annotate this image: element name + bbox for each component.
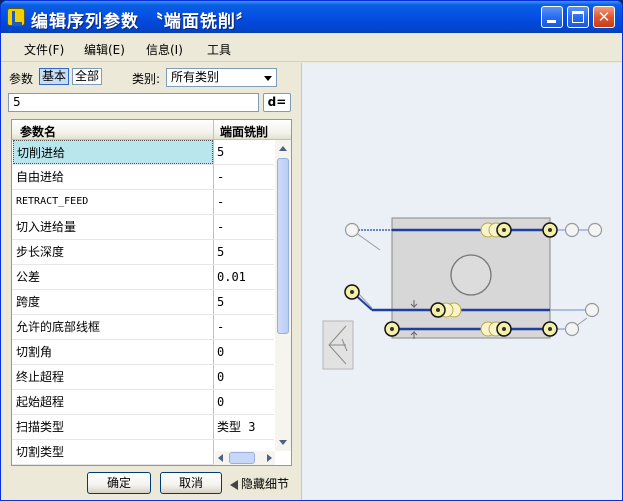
minimize-button[interactable] — [541, 6, 563, 28]
table-row[interactable]: 自由进给 - — [12, 165, 274, 190]
scroll-right-icon[interactable] — [267, 454, 272, 462]
path-marker-dot — [548, 327, 552, 331]
table-row[interactable]: 跨度 5 — [12, 290, 274, 315]
path-node — [344, 222, 360, 238]
table-row[interactable]: 扫描类型 类型 3 — [12, 415, 274, 440]
menu-file[interactable]: 文件(F) — [24, 41, 64, 58]
param-value-cell[interactable]: 类型 3 — [215, 415, 273, 439]
table-row[interactable]: 起始超程 0 — [12, 390, 274, 415]
param-name-cell: RETRACT_FEED — [16, 196, 89, 207]
arrow-left-icon — [230, 479, 238, 490]
param-value-cell[interactable]: 5 — [215, 140, 273, 164]
param-name-cell: 切割类型 — [16, 445, 65, 459]
param-name-cell: 扫描类型 — [16, 420, 65, 434]
menu-info[interactable]: 信息(I) — [146, 41, 183, 58]
param-value-cell[interactable]: 5 — [215, 240, 273, 264]
app-icon — [7, 8, 25, 26]
param-name-cell: 终止超程 — [16, 370, 65, 384]
cancel-button[interactable]: 取消 — [160, 472, 222, 494]
d-equals-button[interactable]: d= — [263, 93, 291, 112]
param-value-cell[interactable]: - — [215, 165, 273, 189]
workpiece-hole — [450, 254, 492, 296]
table-header: 参数名 端面铣削 — [12, 120, 291, 140]
chevron-down-icon — [264, 76, 272, 81]
menu-bar: 文件(F) 编辑(E) 信息(I) 工具 — [1, 34, 622, 62]
dialog-window: 编辑序列参数 〝端面铣削〞 ✕ 文件(F) 编辑(E) 信息(I) 工具 参数 … — [0, 0, 623, 501]
vertical-scrollbar[interactable] — [275, 140, 291, 451]
scroll-up-icon[interactable] — [279, 146, 287, 151]
search-input[interactable]: 5 — [8, 93, 259, 112]
path-node — [564, 222, 580, 238]
table-row[interactable]: 切入进给量 - — [12, 215, 274, 240]
param-name-cell: 步长深度 — [16, 245, 65, 259]
param-value-cell[interactable]: 5 — [215, 290, 273, 314]
scroll-left-icon[interactable] — [218, 454, 223, 462]
header-param-name[interactable]: 参数名 — [20, 123, 56, 140]
parameter-panel: 参数 基本 全部 类别: 所有类别 5 d= 参数名 端面铣削 切削进给 5 自… — [1, 63, 299, 500]
close-icon: ✕ — [597, 8, 611, 26]
menu-tools[interactable]: 工具 — [207, 41, 231, 58]
table-row[interactable]: 允许的底部线框 - — [12, 315, 274, 340]
scroll-thumb[interactable] — [229, 452, 255, 464]
category-value: 所有类别 — [171, 70, 220, 84]
toolpath-preview — [322, 217, 603, 370]
header-face-milling[interactable]: 端面铣削 — [220, 123, 268, 140]
param-value-cell[interactable]: 0 — [215, 365, 273, 389]
scroll-thumb[interactable] — [277, 158, 289, 334]
all-toggle[interactable]: 全部 — [72, 68, 103, 85]
table-row[interactable]: 终止超程 0 — [12, 365, 274, 390]
param-value-cell[interactable]: 0.01 — [215, 265, 273, 289]
menu-edit[interactable]: 编辑(E) — [84, 41, 125, 58]
close-button[interactable]: ✕ — [593, 6, 615, 28]
path-node — [587, 222, 603, 238]
param-name-cell: 公差 — [16, 270, 41, 284]
horizontal-scrollbar[interactable] — [215, 451, 275, 465]
params-label: 参数 — [9, 72, 34, 86]
category-select[interactable]: 所有类别 — [166, 68, 277, 87]
maximize-icon — [572, 11, 584, 23]
minimize-icon — [547, 20, 556, 23]
param-value-cell[interactable]: - — [215, 215, 273, 239]
parameter-table: 参数名 端面铣削 切削进给 5 自由进给 - RETRACT_FEED - 切入… — [11, 119, 292, 466]
table-row[interactable]: RETRACT_FEED - — [12, 190, 274, 215]
path-marker-dot — [502, 228, 506, 232]
title-bar[interactable]: 编辑序列参数 〝端面铣削〞 ✕ — [1, 1, 622, 33]
param-name-cell: 切割角 — [16, 345, 53, 359]
hide-details-button[interactable]: 隐藏细节 — [230, 475, 289, 492]
table-row[interactable]: 切割角 0 — [12, 340, 274, 365]
preview-panel — [301, 63, 622, 500]
maximize-button[interactable] — [567, 6, 589, 28]
param-name-cell: 允许的底部线框 — [16, 320, 101, 334]
param-value-cell[interactable]: 0 — [215, 340, 273, 364]
table-row[interactable]: 步长深度 5 — [12, 240, 274, 265]
param-value-cell[interactable]: - — [215, 190, 273, 214]
path-node — [584, 302, 600, 318]
param-value-cell[interactable]: - — [215, 315, 273, 339]
path-marker-dot — [502, 327, 506, 331]
param-name-cell: 自由进给 — [16, 170, 65, 184]
path-marker-dot — [350, 290, 354, 294]
ok-button[interactable]: 确定 — [87, 472, 151, 494]
param-name-cell: 切入进给量 — [16, 220, 77, 234]
path-marker-dot — [436, 308, 440, 312]
basic-toggle[interactable]: 基本 — [39, 68, 70, 85]
table-row[interactable]: 切削进给 5 — [12, 140, 274, 165]
window-title: 编辑序列参数 〝端面铣削〞 — [31, 12, 254, 32]
path-node — [564, 321, 580, 337]
scroll-down-icon[interactable] — [279, 440, 287, 445]
param-value-cell[interactable]: 0 — [215, 390, 273, 414]
param-name-cell: 起始超程 — [16, 395, 65, 409]
path-marker-dot — [548, 228, 552, 232]
param-name-cell: 跨度 — [16, 295, 41, 309]
table-row[interactable]: 公差 0.01 — [12, 265, 274, 290]
path-marker-dot — [390, 327, 394, 331]
category-label: 类别: — [132, 72, 161, 86]
param-name-cell: 切削进给 — [13, 140, 213, 164]
hide-details-label: 隐藏细节 — [241, 477, 290, 491]
